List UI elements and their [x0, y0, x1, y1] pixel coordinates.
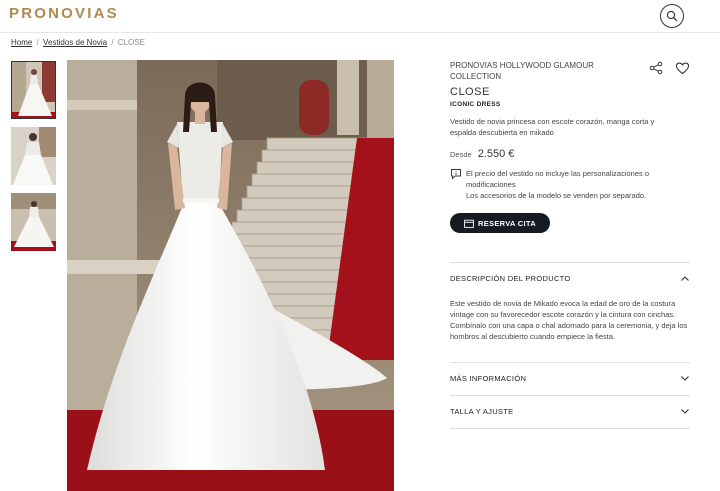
- product-info: PRONOVIAS HOLLYWOOD GLAMOUR COLLECTION C…: [450, 60, 690, 233]
- accordion-divider: [450, 362, 690, 363]
- accordion-size-header[interactable]: TALLA Y AJUSTE: [450, 404, 690, 418]
- main-product-image[interactable]: [67, 60, 394, 491]
- collection-name: PRONOVIAS HOLLYWOOD GLAMOUR COLLECTION: [450, 61, 594, 81]
- share-icon[interactable]: [649, 61, 663, 75]
- breadcrumb-separator: /: [111, 38, 114, 47]
- thumbnail-front[interactable]: [11, 61, 56, 119]
- accordion-divider: [450, 395, 690, 396]
- calendar-icon: [464, 219, 474, 228]
- accordion-more-info-title: MÁS INFORMACIÓN: [450, 373, 527, 383]
- price-note-line: El precio del vestido no incluye las per…: [466, 169, 650, 189]
- chevron-down-icon: [681, 375, 689, 381]
- breadcrumb-category-link[interactable]: Vestidos de Novia: [43, 38, 107, 47]
- accordion-divider: [450, 262, 690, 263]
- accessories-note-line: Los accesorios de la modelo se venden po…: [466, 191, 647, 200]
- chevron-down-icon: [681, 408, 689, 414]
- product-title: CLOSE: [450, 86, 490, 98]
- price-note-text: El precio del vestido no incluye las per…: [466, 168, 690, 201]
- breadcrumb-separator: /: [36, 38, 39, 47]
- accordion-description-body: Este vestido de novia de Mikado evoca la…: [450, 299, 688, 341]
- thumbnail-gallery: [11, 61, 56, 259]
- thumbnail-back[interactable]: [11, 193, 56, 251]
- dress-thumbnail-image: [12, 62, 55, 118]
- brand-logo[interactable]: PRONOVIAS: [9, 5, 119, 22]
- dress-photo: [67, 60, 394, 491]
- product-tag: ICONIC DRESS: [450, 101, 501, 108]
- accordion-size-title: TALLA Y AJUSTE: [450, 406, 514, 416]
- dress-thumbnail-image: [11, 193, 56, 251]
- product-short-description: Vestido de novia princesa con escote cor…: [450, 117, 655, 137]
- heart-icon[interactable]: [675, 61, 690, 75]
- chevron-up-icon: [681, 275, 689, 281]
- search-button[interactable]: [660, 4, 684, 28]
- search-icon: [666, 10, 678, 22]
- price-row: Desde 2.550 €: [450, 148, 690, 160]
- price-label: Desde: [450, 150, 472, 159]
- thumbnail-closeup[interactable]: [11, 127, 56, 185]
- accordion-description-title: DESCRIPCIÓN DEL PRODUCTO: [450, 273, 571, 283]
- breadcrumb: Home / Vestidos de Novia / CLOSE: [11, 38, 145, 47]
- breadcrumb-home-link[interactable]: Home: [11, 38, 32, 47]
- accordion-divider: [450, 428, 690, 429]
- site-header: PRONOVIAS: [0, 0, 720, 33]
- reserve-appointment-button[interactable]: RESERVA CITA: [450, 213, 550, 233]
- info-chat-icon: [451, 169, 461, 180]
- dress-thumbnail-image: [11, 127, 56, 185]
- reserve-button-label: RESERVA CITA: [478, 218, 536, 228]
- breadcrumb-current: CLOSE: [117, 38, 145, 47]
- price-note: El precio del vestido no incluye las per…: [450, 168, 690, 201]
- accordion-more-info-header[interactable]: MÁS INFORMACIÓN: [450, 371, 690, 385]
- price-value: 2.550 €: [477, 148, 515, 160]
- accordion-description-header[interactable]: DESCRIPCIÓN DEL PRODUCTO: [450, 271, 690, 285]
